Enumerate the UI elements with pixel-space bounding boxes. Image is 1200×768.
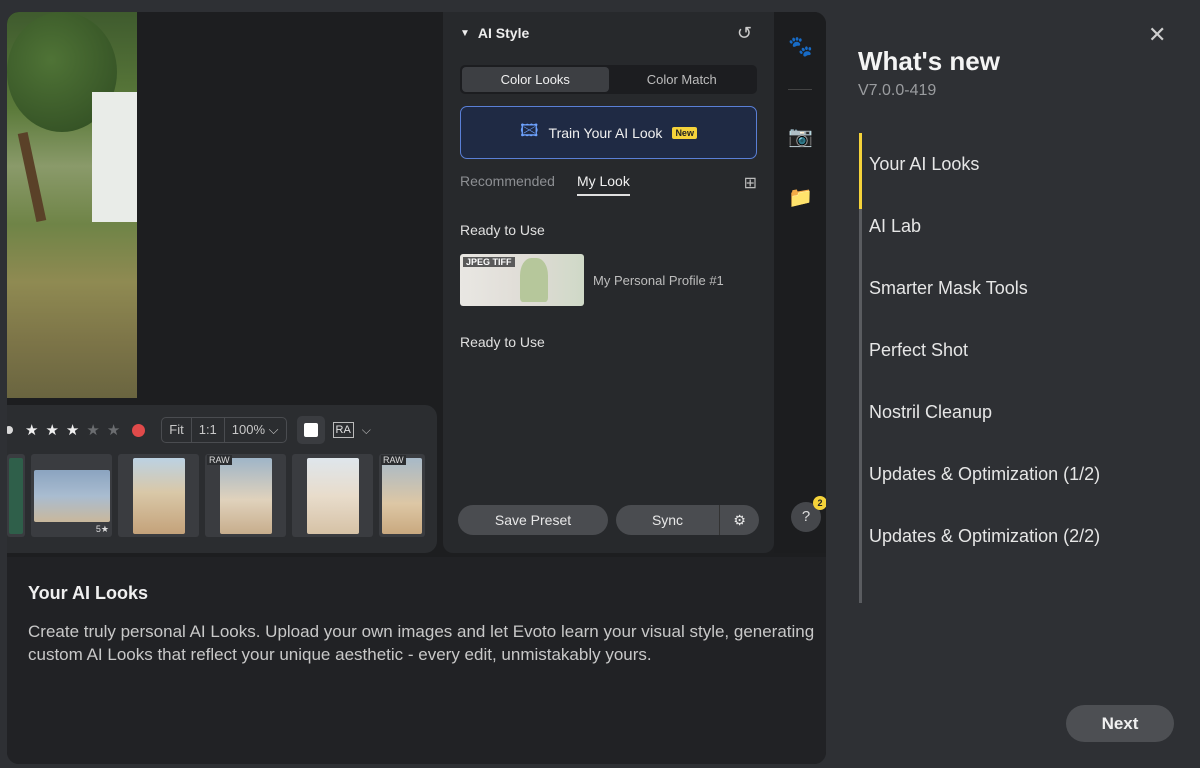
feature-title: Your AI Looks xyxy=(28,583,149,603)
thumbnail[interactable]: RAW xyxy=(379,454,425,537)
feature-preview: ★ ★ ★ ★ ★ Fit 1:1 100% ⌵ RA ⌵ 5★ RAW RAW… xyxy=(7,12,826,764)
save-preset-button[interactable]: Save Preset xyxy=(458,505,608,535)
nav-item-your-ai-looks[interactable]: Your AI Looks xyxy=(869,133,1169,195)
help-button[interactable]: ? 2 xyxy=(791,496,826,532)
nav-item-ai-lab[interactable]: AI Lab xyxy=(869,195,1169,257)
panel-actions: Save Preset Sync ⚙ xyxy=(458,505,759,535)
tab-recommended[interactable]: Recommended xyxy=(460,173,555,196)
feature-description: Your AI Looks Create truly personal AI L… xyxy=(7,557,826,764)
nav-item-nostril-cleanup[interactable]: Nostril Cleanup xyxy=(869,381,1169,443)
nav-item-perfect-shot[interactable]: Perfect Shot xyxy=(869,319,1169,381)
color-label-icon[interactable] xyxy=(132,423,146,437)
feature-body: Create truly personal AI Looks. Upload y… xyxy=(28,622,815,664)
ai-style-title: AI Style xyxy=(477,25,530,41)
dialog-title: What's new xyxy=(858,46,1000,76)
raw-icon[interactable]: RA xyxy=(332,422,354,438)
thumbnail[interactable]: 5★ xyxy=(31,454,112,537)
close-icon[interactable]: ✕ xyxy=(1148,22,1166,48)
nav-item-smarter-mask-tools[interactable]: Smarter Mask Tools xyxy=(869,257,1169,319)
sync-button[interactable]: Sync xyxy=(616,505,719,535)
reset-icon[interactable]: ↺ xyxy=(737,23,752,44)
compare-button[interactable] xyxy=(296,416,325,444)
thumbnail[interactable] xyxy=(118,454,199,537)
profile-item[interactable]: JPEG TIFF My Personal Profile #1 xyxy=(460,254,724,306)
image-sparkle-icon: 🖾 xyxy=(520,121,539,140)
paw-icon[interactable]: 🐾 xyxy=(788,34,813,59)
look-subtabs: Recommended My Look xyxy=(460,173,757,196)
zoom-controls[interactable]: Fit 1:1 100% ⌵ xyxy=(161,417,287,443)
chevron-down-icon[interactable]: ⌵ xyxy=(362,423,371,438)
thumbnail-strip: 5★ RAW RAW xyxy=(7,454,425,537)
section-heading: Ready to Use xyxy=(460,334,545,350)
thumbnail[interactable] xyxy=(292,454,373,537)
collapse-triangle-icon: ▼ xyxy=(460,27,470,39)
profile-thumbnail: JPEG TIFF xyxy=(460,254,584,306)
nav-item-updates-1[interactable]: Updates & Optimization (1/2) xyxy=(869,443,1169,505)
preview-screenshot: ★ ★ ★ ★ ★ Fit 1:1 100% ⌵ RA ⌵ 5★ RAW RAW… xyxy=(7,12,826,557)
thumbnail[interactable] xyxy=(7,454,25,537)
tab-color-match[interactable]: Color Match xyxy=(609,67,756,92)
tab-my-look[interactable]: My Look xyxy=(576,173,630,196)
add-grid-icon[interactable]: ⊞ xyxy=(744,173,757,193)
format-tag: JPEG TIFF xyxy=(463,257,515,267)
whats-new-dialog: ★ ★ ★ ★ ★ Fit 1:1 100% ⌵ RA ⌵ 5★ RAW RAW… xyxy=(0,0,1200,768)
raw-tag: RAW xyxy=(381,455,406,465)
feature-nav: Your AI Looks AI Lab Smarter Mask Tools … xyxy=(869,133,1169,567)
version-label: V7.0.0-419 xyxy=(858,82,937,99)
sync-settings-icon[interactable]: ⚙ xyxy=(719,505,759,535)
filmstrip-toolbar: ★ ★ ★ ★ ★ Fit 1:1 100% ⌵ RA ⌵ xyxy=(7,416,437,444)
raw-tag: RAW xyxy=(207,455,232,465)
zoom-percent[interactable]: 100% ⌵ xyxy=(225,418,286,442)
ai-style-header[interactable]: ▼ AI Style xyxy=(460,25,529,41)
new-badge: New xyxy=(672,126,697,139)
tool-icon-column: 🐾 📷 📁 ? 2 xyxy=(774,12,826,553)
ai-style-panel: ▼ AI Style ↺ Color Looks Color Match 🖾 T… xyxy=(443,12,774,553)
train-ai-look-button[interactable]: 🖾 Train Your AI Look New xyxy=(460,106,757,159)
zoom-1to1[interactable]: 1:1 xyxy=(192,418,225,442)
notification-badge: 2 xyxy=(813,496,826,510)
rating-label: 5★ xyxy=(95,524,109,534)
nav-active-indicator xyxy=(859,133,862,209)
filmstrip-panel: ★ ★ ★ ★ ★ Fit 1:1 100% ⌵ RA ⌵ 5★ RAW RAW xyxy=(7,405,437,553)
camera-icon[interactable]: 📷 xyxy=(788,124,813,149)
profile-name: My Personal Profile #1 xyxy=(593,272,724,288)
thumbnail[interactable]: RAW xyxy=(205,454,286,537)
zoom-fit[interactable]: Fit xyxy=(162,418,192,442)
nav-item-updates-2[interactable]: Updates & Optimization (2/2) xyxy=(869,505,1169,567)
next-button[interactable]: Next xyxy=(1066,705,1174,742)
tab-color-looks[interactable]: Color Looks xyxy=(462,67,609,92)
folder-eye-icon[interactable]: 📁 xyxy=(788,185,813,210)
look-type-segmented-control: Color Looks Color Match xyxy=(460,65,757,94)
section-heading: Ready to Use xyxy=(460,222,545,238)
train-ai-look-label: Train Your AI Look xyxy=(548,124,663,141)
star-rating[interactable]: ★ ★ ★ ★ ★ xyxy=(25,421,120,439)
preview-photo xyxy=(7,12,137,398)
